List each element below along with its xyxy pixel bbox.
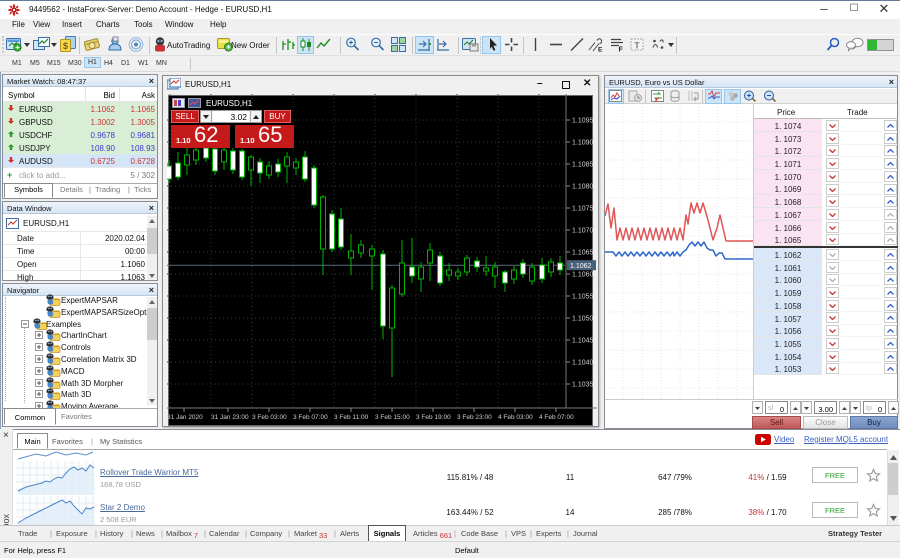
svg-text:1.1075: 1.1075 (572, 206, 594, 213)
svg-text:1.1055: 1.1055 (572, 294, 594, 301)
svg-text:1.1080: 1.1080 (572, 184, 594, 191)
svg-text:3 Feb 23:00: 3 Feb 23:00 (457, 414, 492, 421)
svg-text:1.1065: 1.1065 (572, 250, 594, 257)
svg-text:T: T (634, 41, 639, 51)
svg-text:1.1062: 1.1062 (570, 263, 592, 270)
svg-text:4 Feb 03:00: 4 Feb 03:00 (498, 414, 533, 421)
svg-text:1.1090: 1.1090 (572, 140, 594, 147)
svg-text:1.1060: 1.1060 (572, 272, 594, 279)
svg-text:1.1045: 1.1045 (572, 338, 594, 345)
svg-text:1.1035: 1.1035 (572, 382, 594, 389)
svg-text:$: $ (63, 41, 68, 51)
svg-text:31 Jan 23:00: 31 Jan 23:00 (211, 414, 249, 421)
svg-text:E: E (598, 47, 603, 53)
svg-text:3 Feb 03:00: 3 Feb 03:00 (252, 414, 287, 421)
svg-text:F: F (619, 47, 624, 53)
svg-text:4 Feb 07:00: 4 Feb 07:00 (539, 414, 574, 421)
svg-text:3 Feb 19:00: 3 Feb 19:00 (416, 414, 451, 421)
svg-text:31 Jan 2020: 31 Jan 2020 (167, 414, 203, 421)
svg-text:1.1070: 1.1070 (572, 228, 594, 235)
svg-text:3 Feb 15:00: 3 Feb 15:00 (375, 414, 410, 421)
svg-text:1.1040: 1.1040 (572, 360, 594, 367)
svg-text:3 Feb 11:00: 3 Feb 11:00 (334, 414, 369, 421)
svg-text:1.1085: 1.1085 (572, 162, 594, 169)
svg-text:3 Feb 07:00: 3 Feb 07:00 (293, 414, 328, 421)
svg-text:1.1050: 1.1050 (572, 316, 594, 323)
svg-text:1.1095: 1.1095 (572, 118, 594, 125)
